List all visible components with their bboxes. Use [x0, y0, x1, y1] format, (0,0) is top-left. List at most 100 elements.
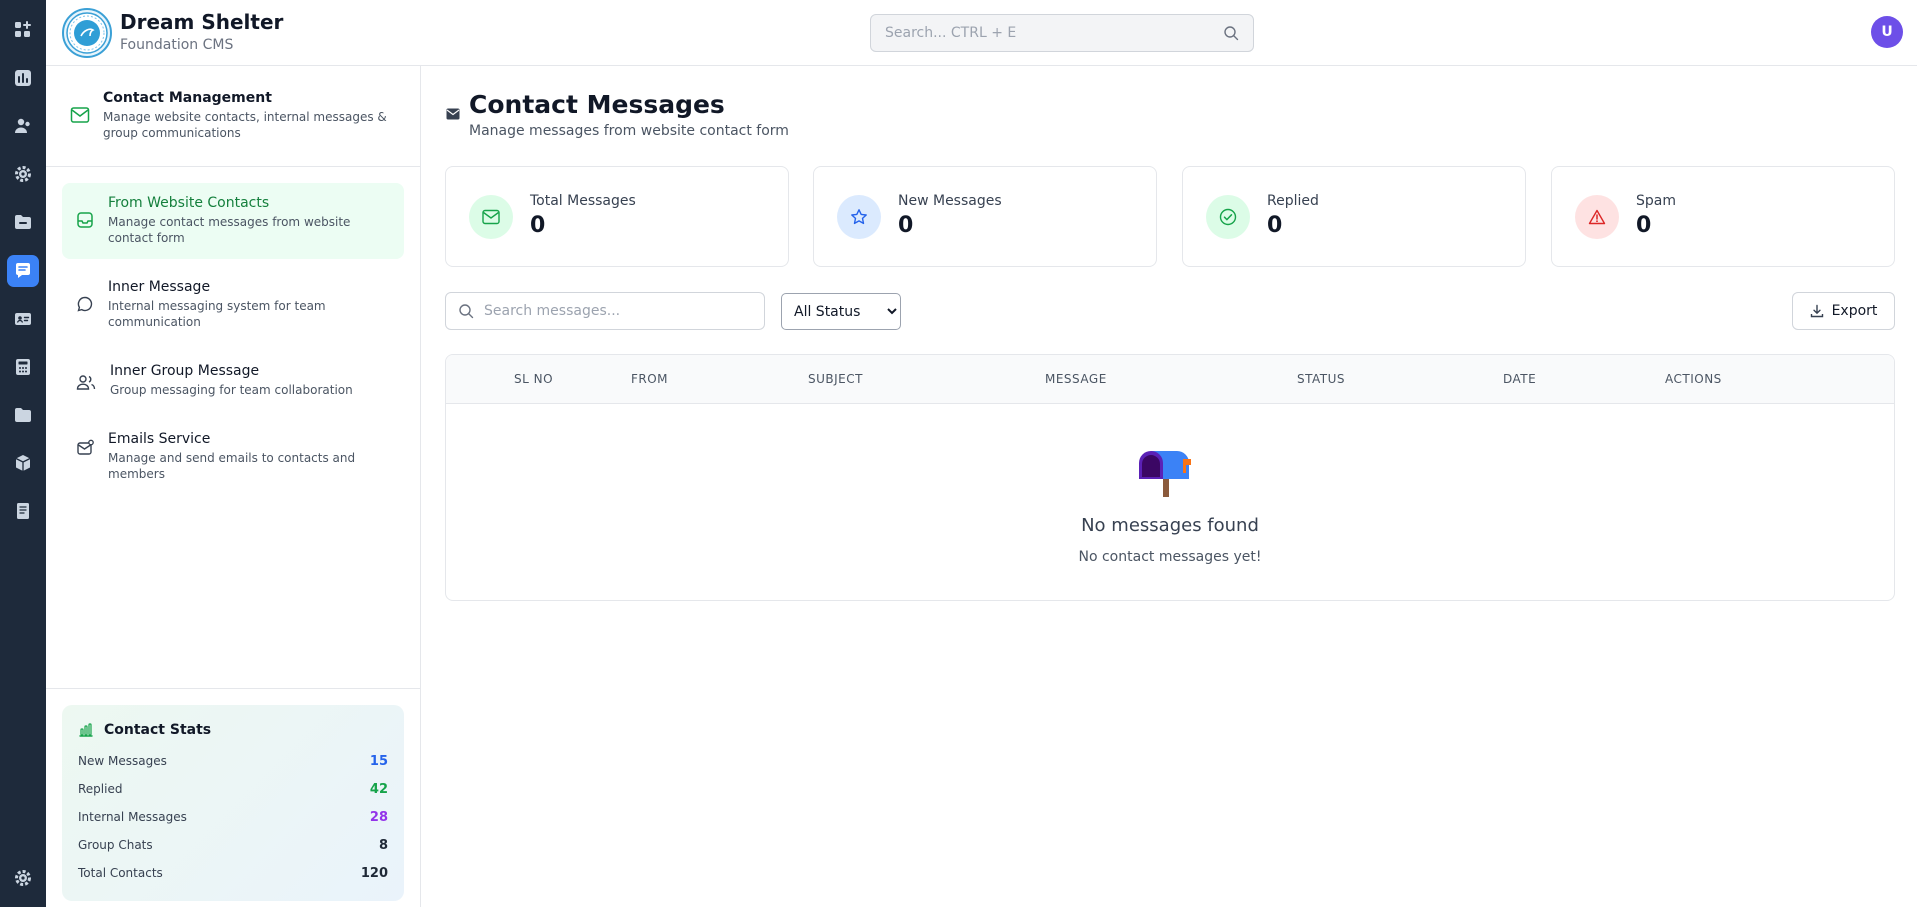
- foundation-logo: [62, 8, 112, 58]
- sidebar-item-description: Manage and send emails to contacts and m…: [108, 451, 356, 481]
- stat-card-total-messages: Total Messages 0: [445, 166, 789, 267]
- mail-notify-icon: [77, 439, 94, 455]
- box-icon[interactable]: [7, 447, 39, 479]
- page-subtitle: Manage messages from website contact for…: [469, 123, 789, 139]
- messages-table: SL NO FROM SUBJECT MESSAGE STATUS DATE A…: [445, 354, 1895, 601]
- icon-rail: [0, 0, 46, 907]
- logo-emblem-icon: [66, 12, 108, 54]
- sidebar-description: Manage website contacts, internal messag…: [103, 110, 387, 140]
- chart-icon[interactable]: [7, 62, 39, 94]
- top-header: Dream Shelter Foundation CMS U: [46, 0, 1917, 66]
- stat-value: 8: [378, 837, 388, 853]
- sidebar-item-label: Emails Service: [108, 431, 211, 447]
- folder-icon[interactable]: [7, 399, 39, 431]
- column-header[interactable]: ACTIONS: [1665, 372, 1722, 386]
- column-header[interactable]: STATUS: [1297, 372, 1345, 386]
- card-value: 0: [1636, 213, 1652, 238]
- mail-icon: [70, 107, 90, 123]
- empty-state-title: No messages found: [1081, 515, 1259, 536]
- users-icon: [76, 375, 96, 390]
- status-filter-select[interactable]: All Status: [781, 293, 901, 330]
- inbox-folder-icon[interactable]: [7, 206, 39, 238]
- card-icon-wrap: [837, 195, 881, 239]
- card-icon-wrap: [469, 195, 513, 239]
- calculator-icon[interactable]: [7, 351, 39, 383]
- empty-state-subtitle: No contact messages yet!: [1078, 549, 1262, 565]
- sidebar-header: Contact Management Manage website contac…: [46, 66, 420, 167]
- chat-bubble-icon: [77, 296, 93, 312]
- stat-label: Internal Messages: [78, 810, 187, 824]
- export-button[interactable]: Export: [1792, 292, 1895, 330]
- column-header[interactable]: DATE: [1503, 372, 1536, 386]
- card-label: Spam: [1636, 193, 1676, 209]
- column-header[interactable]: FROM: [631, 372, 668, 386]
- card-icon-wrap: [1575, 195, 1619, 239]
- sidebar-item-emails-service[interactable]: Emails Service Manage and send emails to…: [62, 419, 404, 495]
- check-circle-icon: [1219, 208, 1237, 226]
- stat-card-replied: Replied 0: [1182, 166, 1526, 267]
- brand-subtitle: Foundation CMS: [120, 37, 234, 53]
- inbox-icon: [77, 212, 93, 228]
- card-icon-wrap: [1206, 195, 1250, 239]
- settings-icon[interactable]: [7, 862, 39, 894]
- sidebar-item-description: Group messaging for team collaboration: [110, 383, 353, 397]
- global-search-input[interactable]: [885, 25, 1223, 41]
- contact-stats-card: Contact Stats New Messages 15 Replied 42…: [62, 705, 404, 901]
- warning-icon: [1588, 209, 1606, 225]
- global-search-box[interactable]: [870, 14, 1254, 52]
- sidebar-item-description: Internal messaging system for team commu…: [108, 299, 326, 329]
- search-icon: [459, 304, 474, 319]
- stat-row-replied: Replied 42: [78, 780, 388, 798]
- envelope-icon: [446, 108, 460, 120]
- divider: [46, 688, 420, 689]
- stat-card-spam: Spam 0: [1551, 166, 1895, 267]
- stat-value: 15: [369, 753, 388, 769]
- stat-value: 120: [360, 865, 388, 881]
- star-icon: [851, 209, 867, 225]
- chat-icon[interactable]: [7, 255, 39, 287]
- id-card-icon[interactable]: [7, 303, 39, 335]
- search-icon: [1224, 26, 1239, 41]
- apps-icon[interactable]: [7, 14, 39, 46]
- card-label: New Messages: [898, 193, 1002, 209]
- download-icon: [1810, 304, 1823, 318]
- card-label: Total Messages: [530, 193, 636, 209]
- brand-title: Dream Shelter: [120, 10, 284, 34]
- card-label: Replied: [1267, 193, 1319, 209]
- mailbox-icon: [1139, 451, 1191, 497]
- column-header[interactable]: MESSAGE: [1045, 372, 1107, 386]
- sidebar-item-inner-message[interactable]: Inner Message Internal messaging system …: [62, 267, 404, 343]
- sidebar-item-inner-group-message[interactable]: Inner Group Message Group messaging for …: [62, 351, 404, 415]
- stat-label: New Messages: [78, 754, 167, 768]
- stat-row-internal-messages: Internal Messages 28: [78, 808, 388, 826]
- stat-row-total-contacts: Total Contacts 120: [78, 864, 388, 882]
- table-header: SL NO FROM SUBJECT MESSAGE STATUS DATE A…: [446, 355, 1894, 404]
- users-icon[interactable]: [7, 110, 39, 142]
- message-search-box[interactable]: [445, 292, 765, 330]
- card-value: 0: [1267, 213, 1283, 238]
- mail-icon: [482, 209, 500, 225]
- column-header[interactable]: SL NO: [514, 372, 553, 386]
- stat-row-new-messages: New Messages 15: [78, 752, 388, 770]
- sidebar-item-website-contacts[interactable]: From Website Contacts Manage contact mes…: [62, 183, 404, 259]
- contact-sidebar: Contact Management Manage website contac…: [46, 66, 421, 907]
- gear-icon[interactable]: [7, 158, 39, 190]
- stat-label: Replied: [78, 782, 123, 796]
- sidebar-title: Contact Management: [103, 90, 272, 106]
- contact-stats-title: Contact Stats: [104, 722, 212, 738]
- stat-card-new-messages: New Messages 0: [813, 166, 1157, 267]
- user-avatar[interactable]: U: [1871, 16, 1903, 48]
- column-header[interactable]: SUBJECT: [808, 372, 863, 386]
- book-icon[interactable]: [7, 495, 39, 527]
- page-title: Contact Messages: [469, 90, 725, 119]
- sidebar-item-description: Manage contact messages from website con…: [108, 215, 351, 245]
- message-search-input[interactable]: [484, 303, 752, 319]
- main-content: Contact Messages Manage messages from we…: [422, 66, 1917, 907]
- sidebar-item-label: From Website Contacts: [108, 195, 270, 211]
- stat-label: Total Contacts: [78, 866, 163, 880]
- card-value: 0: [898, 213, 914, 238]
- stat-label: Group Chats: [78, 838, 153, 852]
- export-label: Export: [1831, 303, 1878, 319]
- stat-value: 28: [369, 809, 388, 825]
- card-value: 0: [530, 213, 546, 238]
